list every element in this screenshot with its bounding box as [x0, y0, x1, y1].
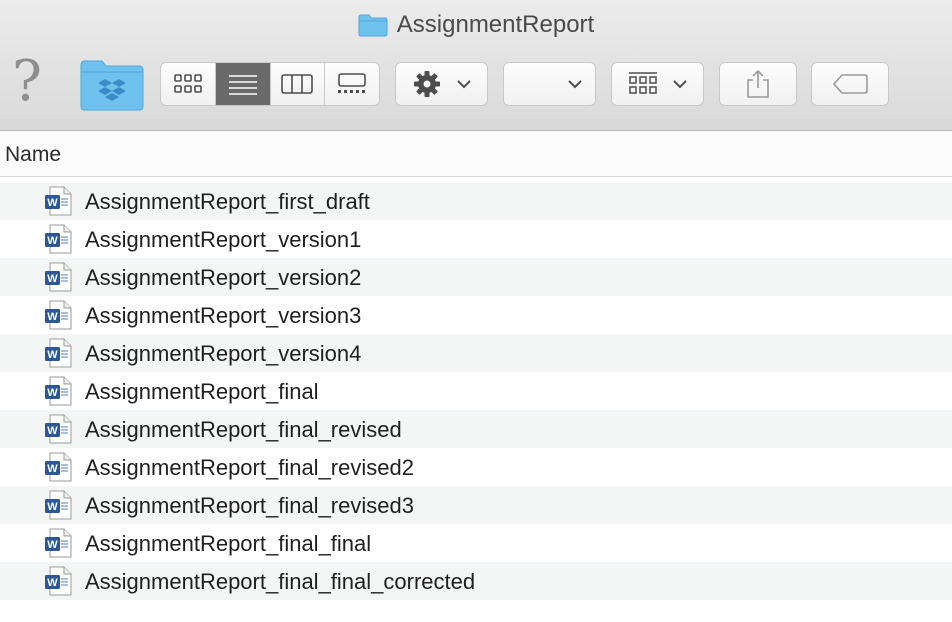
- svg-text:W: W: [47, 197, 58, 209]
- svg-text:W: W: [47, 349, 58, 361]
- word-document-icon: W: [44, 566, 74, 601]
- view-icons-button[interactable]: [161, 63, 216, 105]
- file-name: AssignmentReport_version1: [85, 227, 362, 252]
- columns-icon: [281, 74, 314, 94]
- file-row[interactable]: W AssignmentReport_final_final_corrected: [0, 562, 952, 600]
- file-name: AssignmentReport_version3: [85, 303, 362, 328]
- svg-text:W: W: [47, 311, 58, 323]
- file-row[interactable]: W AssignmentReport_version3: [0, 296, 952, 334]
- chevron-down-icon: [672, 80, 687, 89]
- svg-text:W: W: [47, 387, 58, 399]
- group-menu-button[interactable]: [611, 62, 704, 106]
- file-name: AssignmentReport_final_revised2: [85, 455, 414, 480]
- file-row[interactable]: W AssignmentReport_final_revised2: [0, 448, 952, 486]
- view-mode-segmented-control: [160, 62, 380, 106]
- name-column-header[interactable]: Name: [5, 143, 61, 167]
- file-row[interactable]: W AssignmentReport_final_final: [0, 524, 952, 562]
- gear-icon: [413, 71, 440, 97]
- chevron-down-icon: [456, 80, 471, 89]
- word-document-icon: W: [44, 224, 74, 259]
- view-list-button[interactable]: [215, 63, 271, 105]
- gallery-icon: [338, 73, 366, 93]
- file-name: AssignmentReport_final_revised: [85, 417, 402, 442]
- file-name: AssignmentReport_version4: [85, 341, 362, 366]
- folder-icon: [358, 14, 388, 37]
- word-document-icon: W: [44, 452, 74, 487]
- file-name: AssignmentReport_final: [85, 379, 319, 404]
- view-columns-button[interactable]: [271, 63, 326, 105]
- file-row[interactable]: W AssignmentReport_version4: [0, 334, 952, 372]
- group-grid-icon: [628, 72, 657, 94]
- svg-text:W: W: [47, 539, 58, 551]
- svg-text:W: W: [47, 235, 58, 247]
- file-row[interactable]: W AssignmentReport_version2: [0, 258, 952, 296]
- chevron-down-icon: [568, 80, 582, 89]
- action-menu-button[interactable]: [395, 62, 488, 106]
- file-name: AssignmentReport_final_final_corrected: [85, 569, 476, 594]
- view-gallery-button[interactable]: [325, 63, 379, 105]
- column-header: Name: [0, 131, 952, 177]
- file-name: AssignmentReport_final_final: [85, 531, 372, 556]
- tag-icon: [832, 74, 868, 94]
- word-document-icon: W: [44, 490, 74, 525]
- arrange-menu-button[interactable]: [503, 62, 596, 106]
- file-row[interactable]: W AssignmentReport_first_draft: [0, 182, 952, 220]
- dropbox-folder-icon[interactable]: [80, 59, 144, 111]
- file-row[interactable]: W AssignmentReport_final: [0, 372, 952, 410]
- help-icon[interactable]: ?: [12, 52, 42, 112]
- word-document-icon: W: [44, 376, 74, 411]
- share-icon: [747, 69, 769, 98]
- window-title: AssignmentReport: [0, 8, 952, 42]
- file-name: AssignmentReport_first_draft: [85, 189, 370, 214]
- list-lines-icon: [228, 75, 257, 95]
- word-document-icon: W: [44, 186, 74, 221]
- file-name: AssignmentReport_final_revised3: [85, 493, 414, 518]
- file-name: AssignmentReport_version2: [85, 265, 362, 290]
- svg-text:W: W: [47, 425, 58, 437]
- svg-text:W: W: [47, 501, 58, 513]
- window-title-text: AssignmentReport: [396, 11, 595, 38]
- svg-text:W: W: [47, 577, 58, 589]
- word-document-icon: W: [44, 262, 74, 297]
- finder-toolbar: AssignmentReport ?: [0, 0, 952, 131]
- share-button[interactable]: [719, 62, 797, 106]
- file-row[interactable]: W AssignmentReport_version1: [0, 220, 952, 258]
- word-document-icon: W: [44, 414, 74, 449]
- svg-text:W: W: [47, 273, 58, 285]
- svg-text:W: W: [47, 463, 58, 475]
- icon-grid-icon: [174, 74, 202, 93]
- word-document-icon: W: [44, 338, 74, 373]
- file-list: W AssignmentReport_first_draft W Assignm…: [0, 182, 952, 600]
- word-document-icon: W: [44, 300, 74, 335]
- file-row[interactable]: W AssignmentReport_final_revised3: [0, 486, 952, 524]
- file-row[interactable]: W AssignmentReport_final_revised: [0, 410, 952, 448]
- tags-button[interactable]: [811, 62, 889, 106]
- word-document-icon: W: [44, 528, 74, 563]
